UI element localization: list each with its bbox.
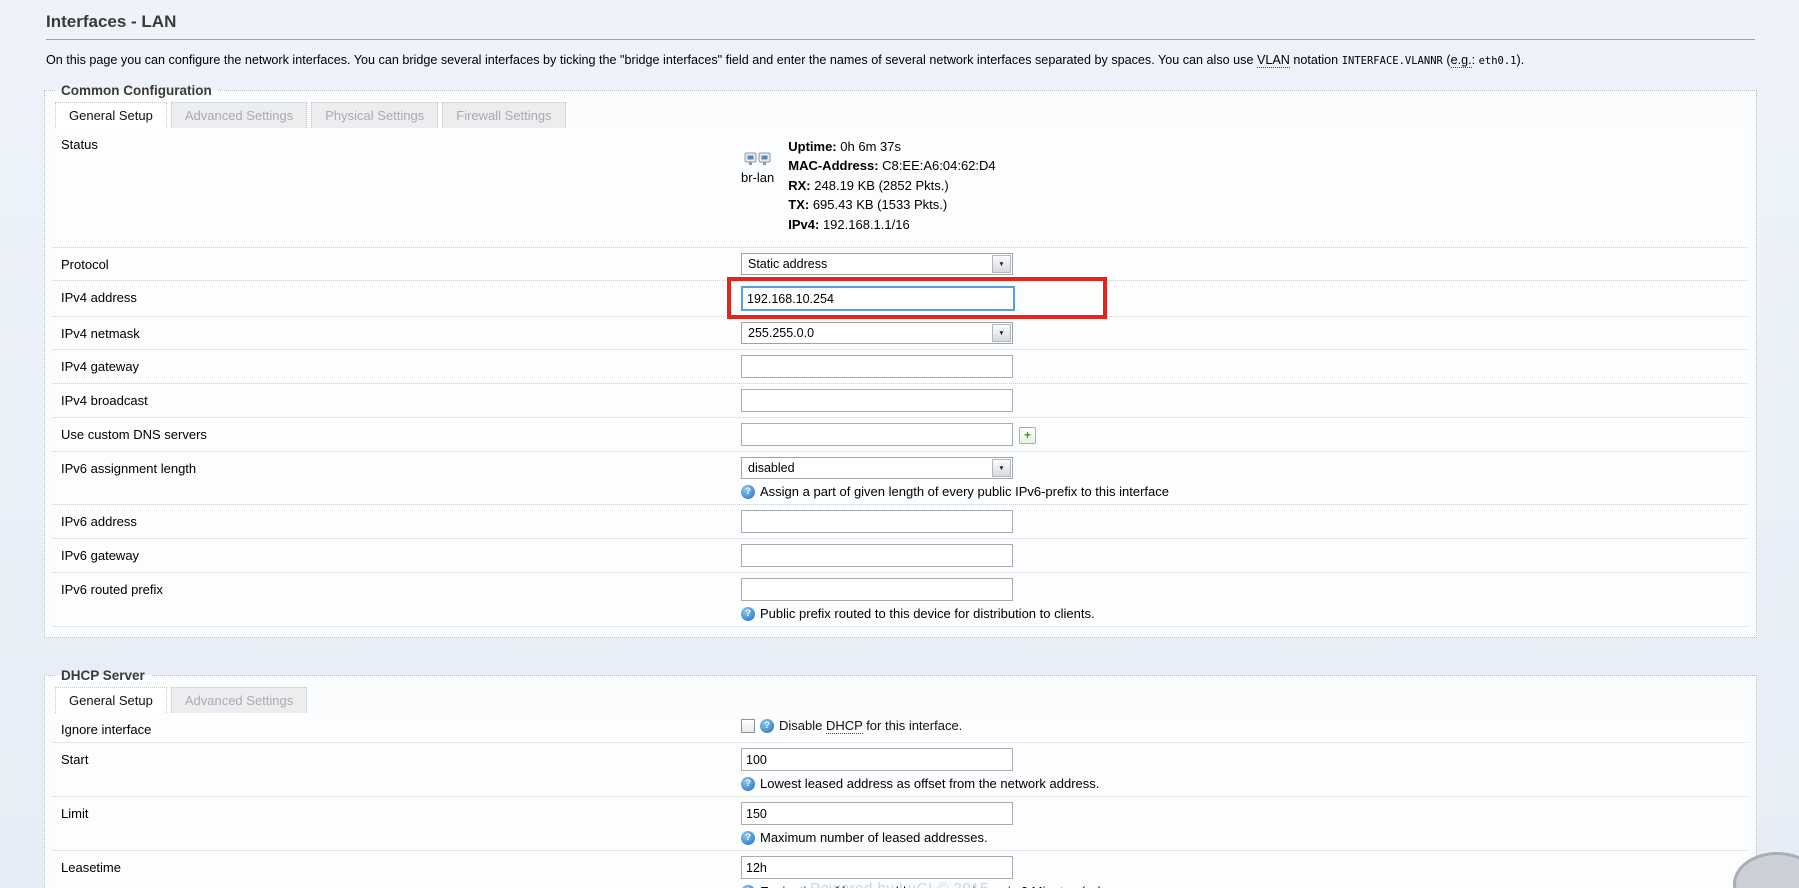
dhcp-start-help: ? Lowest leased address as offset from t… [741, 776, 1740, 791]
status-label: Status [61, 133, 741, 152]
ignore-interface-checkbox[interactable] [741, 719, 755, 733]
dhcp-tab-advanced-settings[interactable]: Advanced Settings [171, 687, 307, 713]
ipv6-gateway-label: IPv6 gateway [61, 544, 741, 563]
ignore-interface-label: Ignore interface [61, 718, 741, 737]
description-text: ( [1443, 53, 1451, 67]
ipv4-gateway-input[interactable] [741, 355, 1013, 378]
status-row: Status [53, 128, 1748, 249]
description-text: notation [1290, 53, 1342, 67]
ipv6-address-label: IPv6 address [61, 510, 741, 529]
ipv4-address-row: IPv4 address [53, 281, 1748, 317]
luci-interfaces-lan-page: Interfaces - LAN On this page you can co… [0, 0, 1799, 888]
ipv6-assignment-row: IPv6 assignment length disabled ▼ ? Assi… [53, 452, 1748, 505]
dhcp-start-input[interactable] [741, 748, 1013, 771]
dhcp-leasetime-input[interactable] [741, 856, 1013, 879]
ignore-interface-row: Ignore interface ? Disable DHCP for this… [53, 713, 1748, 743]
footer-text: Powered by LuCI © 2015 [0, 880, 1799, 888]
ipv4-gateway-label: IPv4 gateway [61, 355, 741, 374]
common-configuration-section: Common Configuration General Setup Advan… [44, 83, 1757, 639]
page-content: Interfaces - LAN On this page you can co… [0, 0, 1799, 888]
dhcp-limit-row: Limit ? Maximum number of leased address… [53, 797, 1748, 851]
ipv4-broadcast-input[interactable] [741, 389, 1013, 412]
add-entry-icon[interactable]: + [1019, 427, 1036, 444]
common-configuration-legend: Common Configuration [55, 83, 218, 98]
ipv4-netmask-select[interactable]: 255.255.0.0 ▼ [741, 322, 1013, 344]
mac-line: MAC-Address: C8:EE:A6:04:62:D4 [788, 156, 995, 176]
dhcp-tabs: General Setup Advanced Settings [55, 687, 1748, 713]
ipv6-assignment-label: IPv6 assignment length [61, 457, 741, 476]
dhcp-limit-help: ? Maximum number of leased addresses. [741, 830, 1740, 845]
ipv4-gateway-row: IPv4 gateway [53, 350, 1748, 384]
interface-badge: br-lan [741, 137, 774, 235]
dhcp-limit-label: Limit [61, 802, 741, 821]
help-icon: ? [741, 777, 755, 791]
eg-abbr: e.g. [1451, 53, 1472, 68]
ipv6-prefix-input[interactable] [741, 578, 1013, 601]
chevron-down-icon[interactable]: ▼ [992, 324, 1011, 342]
ipv4-broadcast-label: IPv4 broadcast [61, 389, 741, 408]
ipv6-address-input[interactable] [741, 510, 1013, 533]
dhcp-tab-general-setup[interactable]: General Setup [55, 687, 167, 713]
help-icon: ? [760, 719, 774, 733]
help-icon: ? [741, 485, 755, 499]
protocol-select[interactable]: Static address ▼ [741, 253, 1013, 275]
custom-dns-input[interactable] [741, 423, 1013, 446]
description-text: : [1472, 53, 1479, 67]
help-icon: ? [741, 831, 755, 845]
interface-status: br-lan Uptime: 0h 6m 37s MAC-Address: C8… [741, 133, 1740, 243]
ipv4-broadcast-row: IPv4 broadcast [53, 384, 1748, 418]
chevron-down-icon[interactable]: ▼ [992, 459, 1011, 477]
protocol-label: Protocol [61, 253, 741, 272]
ipv4-line: IPv4: 192.168.1.1/16 [788, 215, 995, 235]
dhcp-server-section: DHCP Server General Setup Advanced Setti… [44, 668, 1757, 888]
dhcp-abbr: DHCP [826, 718, 863, 734]
ipv6-prefix-help: ? Public prefix routed to this device fo… [741, 606, 1740, 621]
dhcp-start-row: Start ? Lowest leased address as offset … [53, 743, 1748, 797]
ipv6-address-row: IPv6 address [53, 505, 1748, 539]
interface-vlannr-code: INTERFACE.VLANNR [1342, 55, 1443, 67]
ipv6-gateway-row: IPv6 gateway [53, 539, 1748, 573]
vlan-abbr: VLAN [1257, 53, 1290, 68]
tx-line: TX: 695.43 KB (1533 Pkts.) [788, 195, 995, 215]
ignore-interface-help: Disable DHCP for this interface. [779, 718, 962, 733]
ipv6-prefix-row: IPv6 routed prefix ? Public prefix route… [53, 573, 1748, 627]
dhcp-limit-input[interactable] [741, 802, 1013, 825]
rx-line: RX: 248.19 KB (2852 Pkts.) [788, 176, 995, 196]
chevron-down-icon[interactable]: ▼ [992, 255, 1011, 273]
uptime-line: Uptime: 0h 6m 37s [788, 137, 995, 157]
status-details: Uptime: 0h 6m 37s MAC-Address: C8:EE:A6:… [788, 137, 995, 235]
tab-firewall-settings[interactable]: Firewall Settings [442, 102, 565, 128]
custom-dns-row: Use custom DNS servers + [53, 418, 1748, 452]
ipv4-netmask-row: IPv4 netmask 255.255.0.0 ▼ [53, 317, 1748, 350]
tab-advanced-settings[interactable]: Advanced Settings [171, 102, 307, 128]
protocol-row: Protocol Static address ▼ [53, 248, 1748, 281]
ipv6-prefix-label: IPv6 routed prefix [61, 578, 741, 597]
ipv4-address-input[interactable] [741, 286, 1015, 311]
ipv6-assignment-select[interactable]: disabled ▼ [741, 457, 1013, 479]
custom-dns-label: Use custom DNS servers [61, 423, 741, 442]
tab-physical-settings[interactable]: Physical Settings [311, 102, 438, 128]
common-configuration-body: Status [53, 128, 1748, 628]
description-text: On this page you can configure the netwo… [46, 53, 1257, 67]
interface-name: br-lan [741, 170, 774, 185]
title-divider [46, 39, 1755, 40]
page-title: Interfaces - LAN [46, 12, 1757, 32]
dhcp-server-legend: DHCP Server [55, 668, 151, 683]
tab-general-setup[interactable]: General Setup [55, 102, 167, 128]
ipv6-assignment-help: ? Assign a part of given length of every… [741, 484, 1740, 499]
ipv6-gateway-input[interactable] [741, 544, 1013, 567]
description-text: ). [1517, 53, 1525, 67]
common-configuration-tabs: General Setup Advanced Settings Physical… [55, 102, 1748, 128]
help-icon: ? [741, 607, 755, 621]
dhcp-body: Ignore interface ? Disable DHCP for this… [53, 713, 1748, 888]
dhcp-start-label: Start [61, 748, 741, 767]
ipv4-address-label: IPv4 address [61, 286, 741, 305]
eth-example-code: eth0.1 [1479, 55, 1517, 67]
bridge-interface-icon [744, 149, 772, 167]
ipv4-netmask-label: IPv4 netmask [61, 322, 741, 341]
ignore-interface-control: ? Disable DHCP for this interface. [741, 718, 962, 733]
page-description: On this page you can configure the netwo… [46, 51, 1751, 70]
dhcp-leasetime-label: Leasetime [61, 856, 741, 875]
